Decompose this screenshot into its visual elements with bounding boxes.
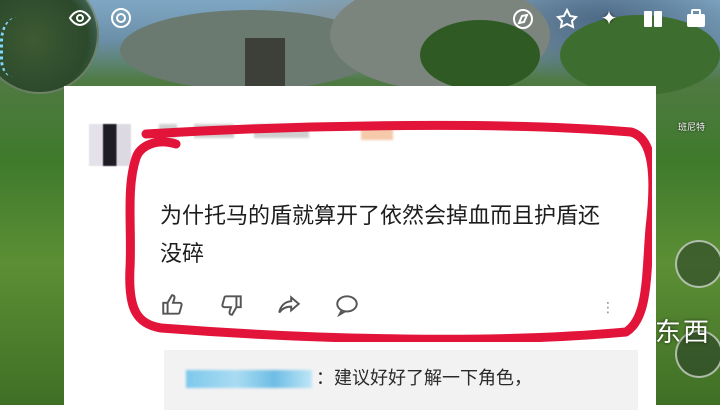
comment-card: 为什托马的盾就算开了依然会掉血而且护盾还没碎 ⋮ ：建议好好了解一下角色， [64, 86, 656, 410]
star-icon[interactable]: ✦ [595, 4, 623, 32]
compass-icon[interactable] [509, 5, 537, 33]
reply-icon[interactable] [334, 292, 360, 318]
minimap-river [0, 17, 43, 77]
reply-preview[interactable]: ：建议好好了解一下角色， [164, 350, 638, 410]
book-icon[interactable] [639, 5, 667, 33]
reply-text: ：建议好好了解一下角色， [316, 368, 532, 389]
bag-icon[interactable] [682, 5, 710, 33]
elemental-skill-button[interactable] [675, 240, 720, 288]
like-icon[interactable] [160, 292, 186, 318]
comment-actions [160, 292, 360, 318]
dislike-icon[interactable] [218, 292, 244, 318]
more-options-icon[interactable]: ⋮ [601, 300, 615, 316]
username-blurred [194, 124, 234, 138]
wish-icon[interactable] [107, 4, 135, 32]
level-badge-blurred [361, 124, 393, 140]
battlepass-icon[interactable] [553, 5, 581, 33]
username-blurred [159, 124, 177, 138]
reply-username-blurred [186, 370, 312, 388]
overlay-caption: 东西 [655, 318, 712, 348]
avatar[interactable] [89, 124, 131, 166]
stone-monument [245, 38, 285, 93]
party-character-name: 班尼特 [678, 123, 706, 133]
comment-text: 为什托马的盾就算开了依然会掉血而且护盾还没碎 [160, 204, 601, 267]
share-icon[interactable] [276, 292, 302, 318]
username-blurred [254, 124, 309, 138]
eye-icon[interactable] [66, 4, 94, 32]
